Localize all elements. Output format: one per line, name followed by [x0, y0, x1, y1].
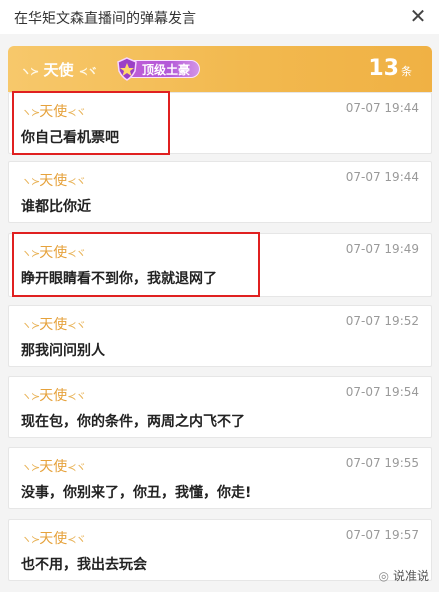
message-text: 睁开眼睛看不到你，我就退网了 [21, 271, 217, 287]
banner-username: ヽ≻ 天使 ≺ヾ [20, 61, 98, 79]
window-title: 在华矩文森直播间的弹幕发言 [14, 11, 196, 27]
message-card: ヽ≻天使≺ヾ 07-07 19:52 那我问问别人 [8, 305, 432, 367]
message-text: 谁都比你近 [21, 199, 91, 215]
message-text: 没事，你别来了，你丑，我懂，你走! [21, 485, 252, 501]
rank-badge-label: 顶级土豪 [142, 63, 191, 77]
message-username: ヽ≻天使≺ヾ [21, 388, 86, 404]
message-text: 你自己看机票吧 [21, 130, 119, 146]
message-time: 07-07 19:54 [345, 385, 419, 399]
message-text: 那我问问别人 [21, 343, 105, 359]
close-icon[interactable]: ✕ [405, 3, 431, 29]
message-time: 07-07 19:55 [345, 456, 419, 470]
wing-left-icon: ヽ≻ [20, 65, 39, 78]
message-time: 07-07 19:44 [345, 101, 419, 115]
user-banner: ヽ≻ 天使 ≺ヾ 顶级土豪 13 条 [8, 46, 432, 92]
message-time: 07-07 19:52 [345, 314, 419, 328]
wing-right-icon: ≺ヾ [78, 65, 98, 78]
message-card: ヽ≻天使≺ヾ 07-07 19:57 也不用，我出去玩会 [8, 519, 432, 581]
message-username: ヽ≻天使≺ヾ [21, 531, 86, 547]
watermark: ◎ 说准说 [378, 569, 430, 583]
message-card: ヽ≻天使≺ヾ 07-07 19:54 现在包，你的条件，两周之内飞不了 [8, 376, 432, 438]
message-time: 07-07 19:44 [345, 170, 419, 184]
rank-badge: 顶级土豪 [116, 57, 200, 81]
message-card: ヽ≻天使≺ヾ 07-07 19:49 睁开眼睛看不到你，我就退网了 [8, 233, 432, 297]
title-bar: 在华矩文森直播间的弹幕发言 ✕ [0, 0, 439, 34]
message-card: ヽ≻天使≺ヾ 07-07 19:44 谁都比你近 [8, 161, 432, 223]
message-card: ヽ≻天使≺ヾ 07-07 19:55 没事，你别来了，你丑，我懂，你走! [8, 447, 432, 509]
message-text: 也不用，我出去玩会 [21, 557, 147, 573]
message-username: ヽ≻天使≺ヾ [21, 245, 86, 261]
message-username: ヽ≻天使≺ヾ [21, 317, 86, 333]
message-count: 13 条 [368, 56, 412, 81]
message-time: 07-07 19:57 [345, 528, 419, 542]
message-username: ヽ≻天使≺ヾ [21, 173, 86, 189]
message-time: 07-07 19:49 [345, 242, 419, 256]
message-card: ヽ≻天使≺ヾ 07-07 19:44 你自己看机票吧 [8, 92, 432, 154]
message-username: ヽ≻天使≺ヾ [21, 104, 86, 120]
message-text: 现在包，你的条件，两周之内飞不了 [21, 414, 245, 430]
message-username: ヽ≻天使≺ヾ [21, 459, 86, 475]
wechat-icon: ◎ [378, 569, 389, 583]
shield-icon [117, 57, 137, 81]
